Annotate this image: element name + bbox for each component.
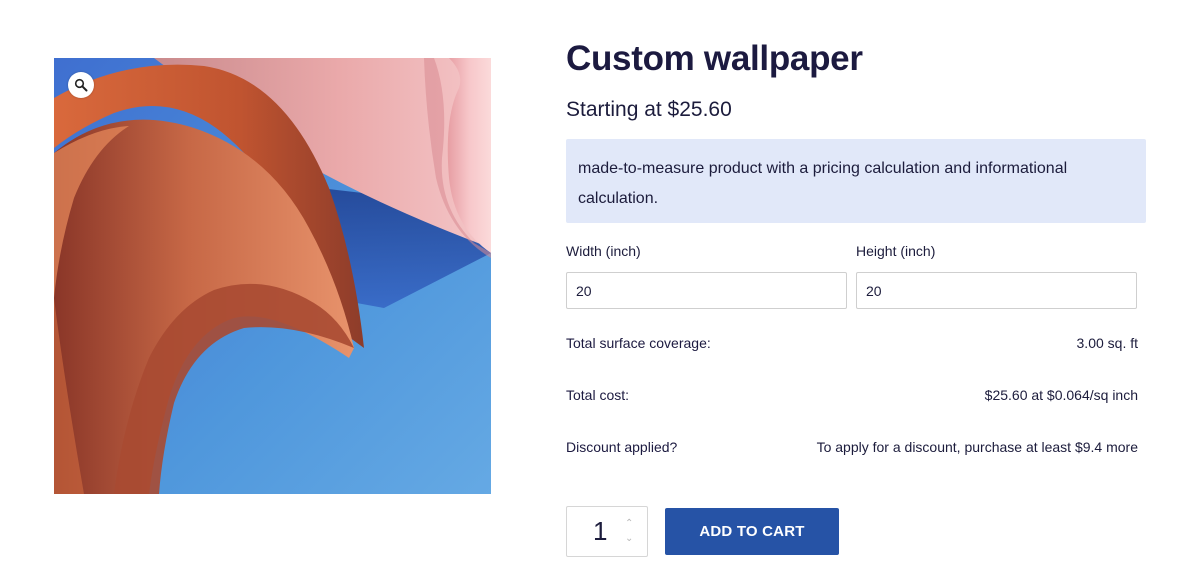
product-title: Custom wallpaper: [566, 39, 863, 78]
coverage-row: Total surface coverage: 3.00 sq. ft: [566, 335, 1138, 351]
product-description: made-to-measure product with a pricing c…: [566, 139, 1146, 223]
discount-label: Discount applied?: [566, 439, 678, 455]
magnifier-icon: [74, 78, 88, 92]
height-input[interactable]: [856, 272, 1137, 309]
width-label: Width (inch): [566, 243, 641, 259]
quantity-value[interactable]: 1: [593, 516, 607, 547]
chevron-up-icon[interactable]: ⌃: [625, 519, 633, 529]
add-to-cart-button[interactable]: ADD TO CART: [665, 508, 839, 555]
product-image: [54, 58, 491, 494]
product-photo: [54, 58, 491, 494]
quantity-stepper[interactable]: 1 ⌃ ⌄: [566, 506, 648, 557]
discount-value: To apply for a discount, purchase at lea…: [816, 439, 1138, 455]
zoom-button[interactable]: [68, 72, 94, 98]
product-page: Custom wallpaper Starting at $25.60 made…: [0, 0, 1200, 585]
discount-row: Discount applied? To apply for a discoun…: [566, 439, 1138, 455]
cost-label: Total cost:: [566, 387, 630, 403]
cost-row: Total cost: $25.60 at $0.064/sq inch: [566, 387, 1138, 403]
product-price: Starting at $25.60: [566, 98, 732, 121]
coverage-label: Total surface coverage:: [566, 335, 711, 351]
coverage-value: 3.00 sq. ft: [1076, 335, 1138, 351]
width-input[interactable]: [566, 272, 847, 309]
cost-value: $25.60 at $0.064/sq inch: [984, 387, 1138, 403]
height-label: Height (inch): [856, 243, 936, 259]
product-summary: Custom wallpaper Starting at $25.60 made…: [566, 36, 1146, 557]
chevron-down-icon[interactable]: ⌄: [625, 534, 633, 544]
